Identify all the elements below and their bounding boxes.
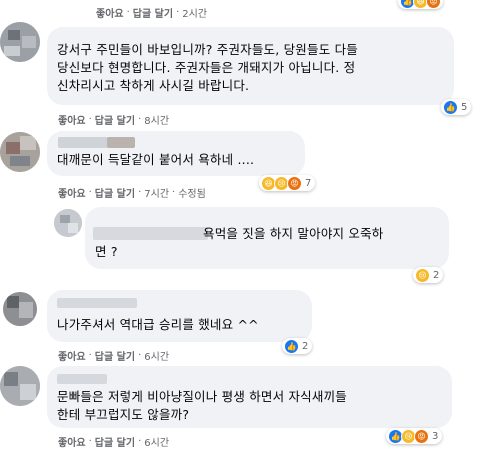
comment-line: 신차리시고 착하게 사시길 바랍니다. <box>57 78 250 93</box>
commenter-name-redacted[interactable] <box>93 227 208 240</box>
reaction-summary[interactable]: 👍 😆 😡 <box>398 0 443 9</box>
separator: · <box>138 436 142 447</box>
edited-label[interactable]: 수정됨 <box>178 185 206 200</box>
separator: · <box>172 187 176 198</box>
like-link[interactable]: 좋아요 <box>58 434 86 449</box>
reply-avatar[interactable] <box>54 209 82 237</box>
like-reaction-icon: 👍 <box>443 99 458 115</box>
comment-text: 강서구 주민들이 바보입니까? 주권자들도, 당원들도 다들 당신보다 현명합니… <box>57 41 442 95</box>
reaction-count: 3 <box>432 430 439 442</box>
avatar[interactable] <box>3 292 37 326</box>
comment-time[interactable]: 8시간 <box>144 112 169 127</box>
comment-text: 한테 부끄럽지도 않을까? <box>57 407 190 422</box>
reply-link[interactable]: 답글 달기 <box>95 348 135 363</box>
avatar[interactable] <box>0 132 40 172</box>
reaction-count: 7 <box>305 177 312 189</box>
comment-bubble: 강서구 주민들이 바보입니까? 주권자들도, 당원들도 다들 당신보다 현명합니… <box>47 27 454 105</box>
comment-text: 욕먹을 짓을 하지 말아야지 오죽하 <box>203 226 384 241</box>
reaction-count: 2 <box>433 269 440 281</box>
reaction-summary[interactable]: 👍 2 <box>282 338 313 354</box>
reaction-count: 2 <box>302 340 309 352</box>
separator: · <box>126 7 130 18</box>
angry-reaction-icon: 😡 <box>287 175 302 191</box>
reply-link[interactable]: 답글 달기 <box>95 112 135 127</box>
reaction-summary[interactable]: 👍 😢 😡 3 <box>386 428 443 444</box>
reaction-summary[interactable]: 😆 😢 😡 7 <box>259 175 316 191</box>
separator: · <box>88 114 92 125</box>
reaction-summary[interactable]: 👍 5 <box>441 99 472 115</box>
angry-reaction-icon: 😡 <box>426 0 441 9</box>
separator: · <box>88 436 92 447</box>
comment-actions: 좋아요 · 답글 달기 · 6시간 <box>58 348 169 363</box>
comment-line: 강서구 주민들이 바보입니까? 주권자들도, 당원들도 다들 <box>57 42 358 57</box>
comment-line: 당신보다 현명합니다. 주권자들은 개돼지가 아닙니다. 정 <box>57 60 356 75</box>
comment-time[interactable]: 6시간 <box>144 348 169 363</box>
like-link[interactable]: 좋아요 <box>58 112 86 127</box>
like-link[interactable]: 좋아요 <box>58 185 86 200</box>
comment-time[interactable]: 7시간 <box>144 185 169 200</box>
commenter-name-redacted[interactable] <box>57 374 107 384</box>
avatar[interactable] <box>0 366 40 406</box>
comment-actions: 좋아요 · 답글 달기 · 2시간 <box>96 5 207 20</box>
comment-time[interactable]: 6시간 <box>144 434 169 449</box>
reply-link[interactable]: 답글 달기 <box>133 5 173 20</box>
comment-actions: 좋아요 · 답글 달기 · 6시간 <box>58 434 169 449</box>
comment-actions: 좋아요 · 답글 달기 · 7시간 · 수정됨 <box>58 185 206 200</box>
comment-actions: 좋아요 · 답글 달기 · 8시간 <box>58 112 169 127</box>
separator: · <box>88 350 92 361</box>
separator: · <box>88 187 92 198</box>
commenter-name-redacted[interactable] <box>58 137 108 148</box>
reaction-summary[interactable]: 😢 2 <box>413 267 444 283</box>
separator: · <box>138 114 142 125</box>
like-link[interactable]: 좋아요 <box>58 348 86 363</box>
sad-reaction-icon: 😢 <box>415 267 430 283</box>
comment-time[interactable]: 2시간 <box>182 5 207 20</box>
angry-reaction-icon: 😡 <box>414 428 429 444</box>
comment-text: 대깨문이 득달같이 붙어서 욕하네 .... <box>57 152 255 167</box>
comment-text: 면 ? <box>95 244 118 259</box>
avatar[interactable] <box>0 22 40 62</box>
comment-text: 문빠들은 저렇게 비아냥질이나 평생 하면서 자식새끼들 <box>57 389 347 404</box>
comment-bubble: 나가주셔서 역대급 승리를 했네요 ^^ <box>47 290 312 342</box>
comment-bubble: 욕먹을 짓을 하지 말아야지 오죽하 면 ? <box>85 207 449 269</box>
reply-link[interactable]: 답글 달기 <box>95 185 135 200</box>
like-link[interactable]: 좋아요 <box>96 5 124 20</box>
comment-bubble: 문빠들은 저렇게 비아냥질이나 평생 하면서 자식새끼들 한테 부끄럽지도 않을… <box>47 366 452 428</box>
reply-link[interactable]: 답글 달기 <box>95 434 135 449</box>
commenter-name-redacted[interactable] <box>57 298 137 308</box>
reaction-count: 5 <box>461 101 468 113</box>
separator: · <box>176 7 180 18</box>
like-reaction-icon: 👍 <box>284 338 299 354</box>
separator: · <box>138 187 142 198</box>
separator: · <box>138 350 142 361</box>
comment-text: 나가주셔서 역대급 승리를 했네요 ^^ <box>57 317 259 332</box>
comment-bubble: 대깨문이 득달같이 붙어서 욕하네 .... <box>47 131 305 176</box>
